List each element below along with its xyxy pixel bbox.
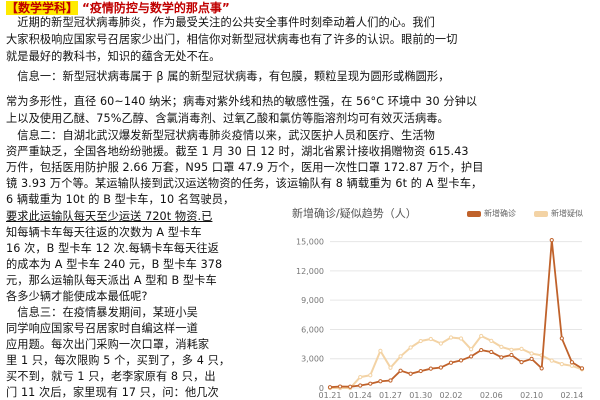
data-point-confirmed [569, 360, 575, 365]
chart-plot: 03,0006,0009,00012,00015,00001.21 01.24 01… [296, 238, 585, 400]
text-line: 同学响应国家号召居家时自编这样一道 [6, 322, 198, 335]
data-point-confirmed [479, 347, 484, 353]
y-tick-label: 3,000 [301, 355, 324, 364]
data-point-confirmed [408, 371, 413, 376]
data-point-suspected [469, 347, 474, 352]
y-tick-label: 9,000 [301, 296, 324, 305]
data-point-suspected [418, 338, 423, 344]
text-line: 信息一：新型冠状病毒属于 β 属的新型冠状病毒，有包膜，颗粒呈现为圆形或椭圆形， [6, 70, 450, 83]
data-point-suspected [358, 374, 363, 380]
data-point-confirmed [368, 381, 373, 386]
data-point-confirmed [458, 358, 464, 363]
x-tick-label: 02.10 [520, 391, 543, 400]
text-line: 万件，包括医用防护服 2.66 万套，N95 口罩 47.9 万个，医用一次性口… [6, 161, 484, 174]
data-point-confirmed [549, 238, 554, 243]
text-line: 元，那么运输队每天派出 A 型和 B 型卡车 [6, 274, 217, 287]
data-point-confirmed [489, 349, 494, 355]
data-point-suspected [489, 338, 494, 343]
data-point-confirmed [529, 356, 534, 361]
data-point-confirmed [539, 366, 544, 371]
data-point-suspected [479, 333, 484, 339]
data-point-suspected [519, 346, 524, 351]
text-line: 信息三：在疫情暴发期间，某班小吴 [6, 306, 198, 319]
data-point-suspected [499, 344, 504, 349]
x-tick-label: 02.02 [440, 391, 463, 400]
text-line: 门 11 次后，家里现有 17 只，问：他几次 [6, 386, 219, 399]
data-point-suspected [388, 365, 393, 370]
data-point-suspected [398, 354, 403, 359]
text-line: 各多少辆才能使成本最低呢? [6, 290, 148, 303]
data-point-suspected [408, 345, 413, 350]
text-line: 镜 3.93 万个等。某运输队接到武汉运送物资的任务，该运输队有 8 辆载重为 … [6, 177, 483, 190]
data-point-confirmed [519, 360, 524, 365]
data-point-confirmed [398, 368, 403, 373]
text-line: 大家积极响应国家号召居家少出门，相信你对新型冠状病毒也有了许多的认识。眼前的一切 [6, 33, 458, 46]
data-point-confirmed [358, 383, 363, 388]
data-point-confirmed [579, 366, 585, 371]
text-line: 资严重缺乏，全国各地纷纷驰援。截至 1 月 30 日 12 时，湖北省累计接收捐… [6, 145, 469, 158]
data-point-confirmed [428, 366, 433, 371]
data-point-confirmed [337, 384, 343, 389]
text-line: 16 次，B 型卡车 12 次.每辆卡车每天往返 [6, 242, 219, 255]
data-point-suspected [549, 358, 554, 363]
x-tick-label: 02.14 [560, 391, 583, 400]
text-line: 上以及使用乙醚、75%乙醇、含氯消毒剂、过氧乙酸和氯仿等脂溶剂均可有效灭活病毒。 [6, 112, 449, 125]
data-point-suspected [448, 335, 454, 340]
data-point-confirmed [378, 379, 383, 384]
text-line: 知每辆卡车每天往返的次数为 A 型卡车 [6, 226, 202, 239]
data-point-suspected [428, 336, 433, 342]
data-point-confirmed [509, 352, 514, 358]
data-point-confirmed [388, 378, 393, 383]
text-line: 要求此运输队每天至少运送 720t 物资.已 [6, 210, 213, 223]
x-tick-label: 01.24 [349, 391, 372, 400]
trend-chart: 新增确诊/疑似趋势（人） 新增确诊 新增疑似 0 3,000 6,000 9,000 1… [282, 205, 600, 400]
data-point-confirmed [559, 336, 564, 341]
data-point-confirmed [448, 360, 454, 365]
series-line-confirmed [329, 240, 583, 389]
data-point-confirmed [499, 355, 504, 360]
data-point-suspected [529, 351, 534, 356]
data-point-suspected [368, 373, 373, 378]
text-line: 近期的新型冠状病毒肺炎，作为最受关注的公共安全事件时刻牵动着人们的心。我们 [6, 16, 435, 29]
text-line: 信息二：自湖北武汉爆发新型冠状病毒肺炎疫情以来，武汉医护人员和医疗、生活物 [6, 129, 435, 142]
text-line: 应用题。每次出门采购一次口罩，消耗家 [6, 338, 210, 351]
document-page: 【数学学科】 “疫情防控与数学的那点事” 近期的新型冠状病毒肺炎，作为最受关注的公… [0, 0, 600, 400]
subject-tag: 【数学学科】 [6, 1, 79, 15]
data-point-confirmed [327, 385, 333, 390]
data-point-suspected [509, 347, 514, 352]
data-point-suspected [458, 336, 464, 341]
text-line: 买不到，就亏 1 只，老李家原有 8 只，出 [6, 370, 216, 383]
text-line: 里 1 只，每次限购 5 个，买到了，多 4 只， [6, 354, 231, 367]
data-point-confirmed [348, 384, 353, 389]
data-point-confirmed [469, 354, 474, 359]
data-point-suspected [569, 363, 575, 368]
y-tick-label: 6,000 [301, 325, 324, 334]
x-tick-label: 01.27 [379, 391, 402, 400]
text-line: 6 辆载重为 10t 的 B 型卡车，10 名驾驶员， [6, 193, 235, 206]
document-title: “疫情防控与数学的那点事” [82, 1, 230, 15]
x-tick-label: 01.30 [409, 391, 432, 400]
y-tick-label: 15,000 [296, 238, 324, 247]
text-line: 常为多形性，直径 60~140 纳米；病毒对紫外线和热的敏感性强，在 56°C … [6, 95, 478, 108]
data-point-confirmed [438, 365, 443, 370]
x-tick-label: 02.06 [480, 391, 503, 400]
text-line: 的成本为 A 型卡车 240 元，B 型卡车 378 [6, 258, 223, 271]
data-point-suspected [559, 361, 564, 367]
data-point-suspected [438, 341, 443, 346]
y-tick-label: 12,000 [296, 267, 324, 276]
data-point-confirmed [418, 368, 423, 374]
text-line: 就是最好的教科书，知识的蕴含无处不在。 [6, 50, 221, 63]
x-tick-label: 01.21 [319, 391, 342, 400]
data-point-suspected [378, 348, 383, 353]
